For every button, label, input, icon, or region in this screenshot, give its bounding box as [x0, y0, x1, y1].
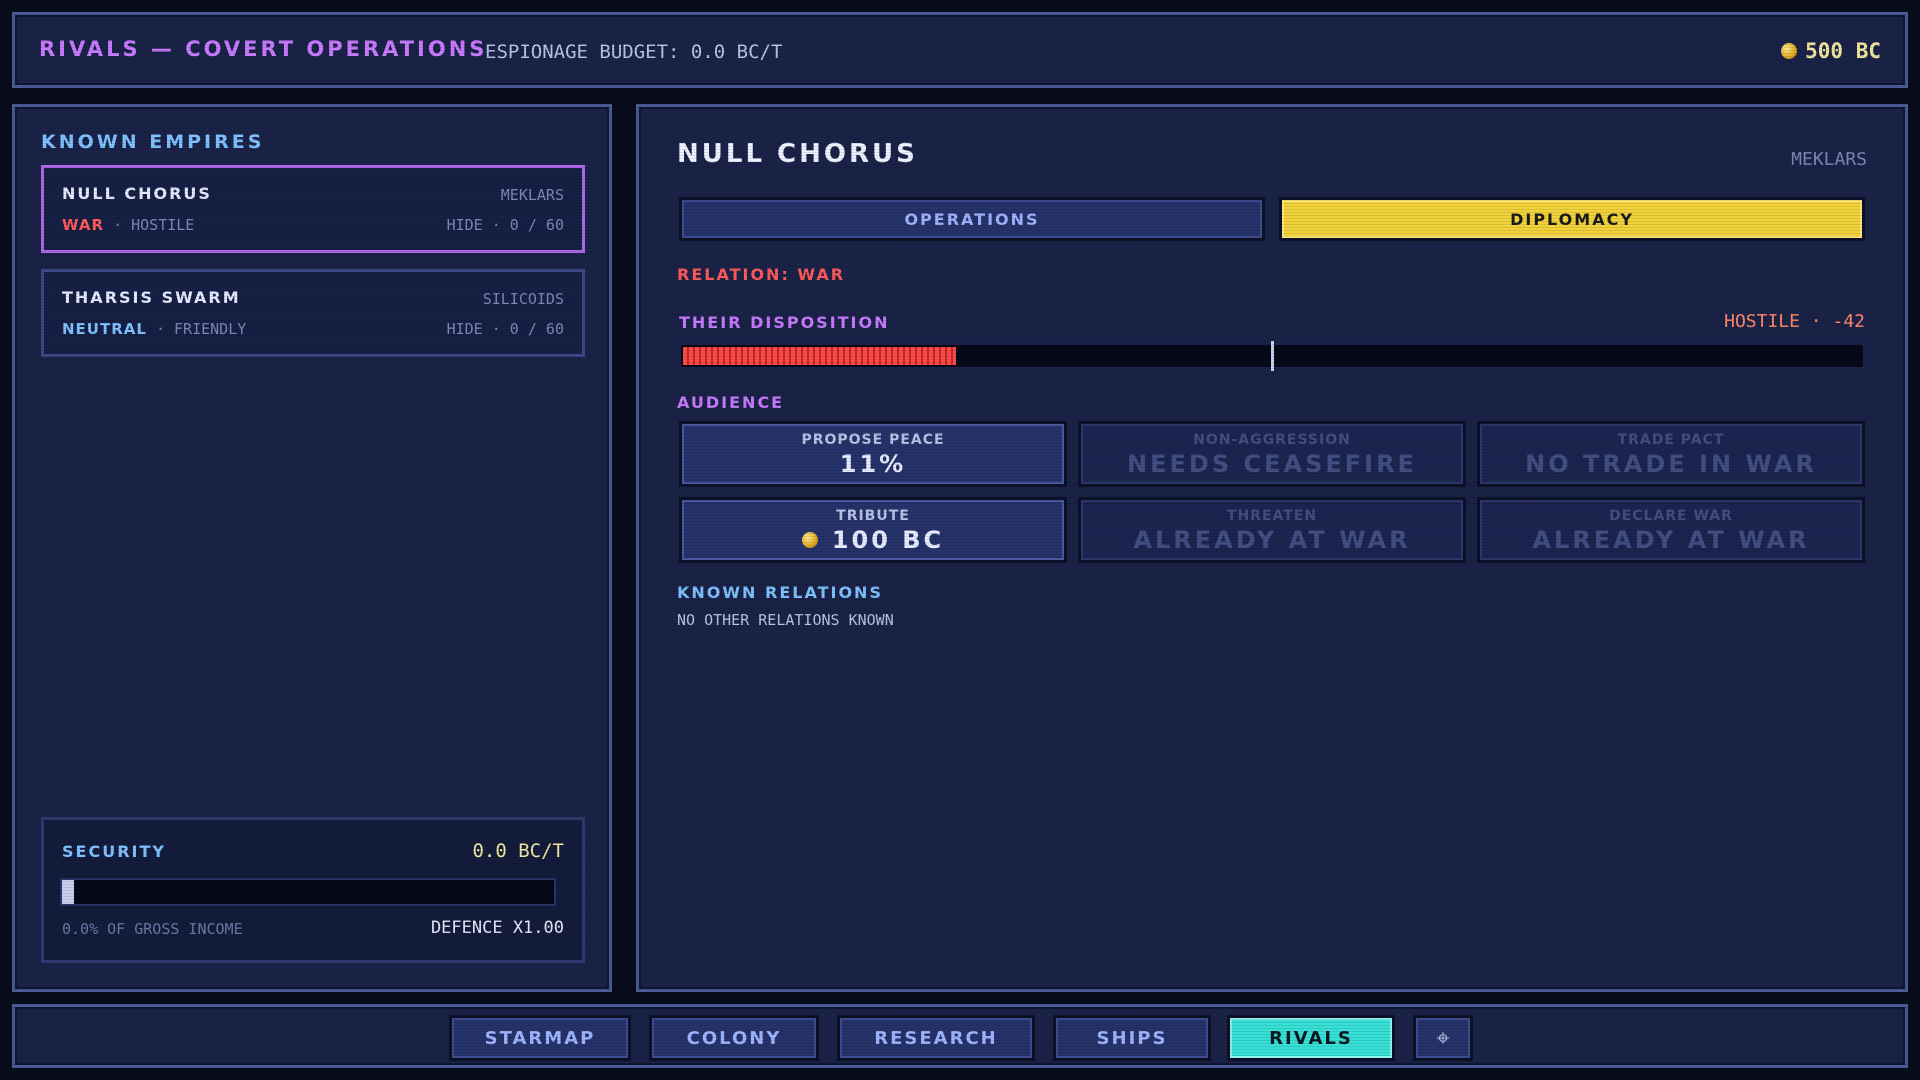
- non-aggression-button[interactable]: NON-AGGRESSION NEEDS CEASEFIRE: [1078, 421, 1466, 487]
- action-label: THREATEN: [1226, 508, 1318, 524]
- crosshair-button[interactable]: ⌖: [1413, 1015, 1473, 1061]
- action-value-text: NEEDS CEASEFIRE: [1127, 450, 1417, 478]
- action-value-text: ALREADY AT WAR: [1133, 526, 1411, 554]
- credits-value: 500 BC: [1805, 39, 1881, 63]
- tab-operations[interactable]: OPERATIONS: [679, 197, 1265, 241]
- coin-icon: [801, 532, 818, 548]
- disposition-label: THEIR DISPOSITION: [679, 313, 890, 332]
- coin-icon: [1781, 43, 1798, 59]
- empire-relation: WAR · HOSTILE: [62, 216, 194, 234]
- empire-item-tharsis-swarm[interactable]: THARSIS SWARM SILICOIDS NEUTRAL · FRIEND…: [41, 269, 585, 357]
- disposition-bar: [679, 341, 1865, 371]
- known-empires-heading: KNOWN EMPIRES: [41, 131, 265, 153]
- action-label: TRIBUTE: [836, 508, 910, 524]
- action-value: 100 BC: [682, 526, 1064, 554]
- security-value: 0.0 BC/T: [472, 840, 564, 862]
- action-value: NO TRADE IN WAR: [1480, 450, 1862, 478]
- empire-hide: HIDE · 0 / 60: [446, 320, 564, 338]
- action-value-text: 100 BC: [831, 526, 945, 554]
- empire-race: MEKLARS: [500, 186, 564, 204]
- tab-diplomacy[interactable]: DIPLOMACY: [1279, 197, 1865, 241]
- action-value: ALREADY AT WAR: [1480, 526, 1862, 554]
- action-value-text: NO TRADE IN WAR: [1525, 450, 1817, 478]
- crosshair-icon: ⌖: [1436, 1024, 1450, 1052]
- tribute-button[interactable]: TRIBUTE 100 BC: [679, 497, 1067, 563]
- audience-label: AUDIENCE: [677, 393, 785, 412]
- espionage-budget: ESPIONAGE BUDGET: 0.0 BC/T: [485, 41, 783, 63]
- action-value-text: ALREADY AT WAR: [1532, 526, 1810, 554]
- declare-war-button[interactable]: DECLARE WAR ALREADY AT WAR: [1477, 497, 1865, 563]
- action-label: TRADE PACT: [1617, 432, 1725, 448]
- empire-name: NULL CHORUS: [62, 184, 212, 203]
- nav-rivals[interactable]: RIVALS: [1227, 1015, 1395, 1061]
- defence-multiplier: DEFENCE X1.00: [430, 918, 564, 938]
- disposition-status: · HOSTILE: [113, 216, 195, 234]
- nav-ships[interactable]: SHIPS: [1053, 1015, 1211, 1061]
- known-relations-text: NO OTHER RELATIONS KNOWN: [677, 611, 894, 629]
- nav-colony[interactable]: COLONY: [649, 1015, 819, 1061]
- disposition-status: · FRIENDLY: [155, 320, 247, 338]
- empire-hide: HIDE · 0 / 60: [446, 216, 564, 234]
- relation-label: RELATION: WAR: [677, 265, 846, 284]
- empire-list-panel: KNOWN EMPIRES NULL CHORUS MEKLARS WAR · …: [12, 104, 612, 992]
- action-label: PROPOSE PEACE: [801, 432, 945, 448]
- action-value-text: 11%: [839, 450, 907, 478]
- action-value: ALREADY AT WAR: [1081, 526, 1463, 554]
- action-label: DECLARE WAR: [1609, 508, 1733, 524]
- propose-peace-button[interactable]: PROPOSE PEACE 11%: [679, 421, 1067, 487]
- empire-detail-panel: NULL CHORUS MEKLARS OPERATIONS DIPLOMACY…: [636, 104, 1908, 992]
- known-relations-heading: KNOWN RELATIONS: [677, 583, 883, 602]
- trade-pact-button[interactable]: TRADE PACT NO TRADE IN WAR: [1477, 421, 1865, 487]
- action-label: NON-AGGRESSION: [1193, 432, 1351, 448]
- action-value: 11%: [682, 450, 1064, 478]
- security-percent: 0.0% OF GROSS INCOME: [62, 920, 243, 938]
- empire-item-null-chorus[interactable]: NULL CHORUS MEKLARS WAR · HOSTILE HIDE ·…: [41, 165, 585, 253]
- relation-status: WAR: [62, 216, 105, 234]
- top-bar: RIVALS — COVERT OPERATIONS ESPIONAGE BUD…: [12, 12, 1908, 88]
- credits-display: 500 BC: [1781, 39, 1881, 63]
- relation-status: NEUTRAL: [62, 320, 147, 338]
- disposition-value: HOSTILE · -42: [1724, 311, 1865, 332]
- screen-title: RIVALS — COVERT OPERATIONS: [39, 37, 488, 61]
- threaten-button[interactable]: THREATEN ALREADY AT WAR: [1078, 497, 1466, 563]
- empire-relation: NEUTRAL · FRIENDLY: [62, 320, 246, 338]
- empire-race: SILICOIDS: [482, 290, 564, 308]
- empire-name: THARSIS SWARM: [62, 288, 241, 307]
- security-slider[interactable]: [60, 878, 556, 906]
- nav-starmap[interactable]: STARMAP: [449, 1015, 631, 1061]
- action-value: NEEDS CEASEFIRE: [1081, 450, 1463, 478]
- security-slider-handle[interactable]: [62, 880, 74, 904]
- security-label: SECURITY: [62, 842, 166, 861]
- nav-research[interactable]: RESEARCH: [837, 1015, 1035, 1061]
- disposition-fill: [683, 347, 957, 365]
- bottom-nav: STARMAP COLONY RESEARCH SHIPS RIVALS ⌖: [12, 1004, 1908, 1068]
- security-box: SECURITY 0.0 BC/T 0.0% OF GROSS INCOME D…: [41, 817, 585, 963]
- disposition-center-marker: [1271, 341, 1274, 371]
- empire-race-label: MEKLARS: [1791, 149, 1867, 170]
- empire-title: NULL CHORUS: [677, 139, 918, 169]
